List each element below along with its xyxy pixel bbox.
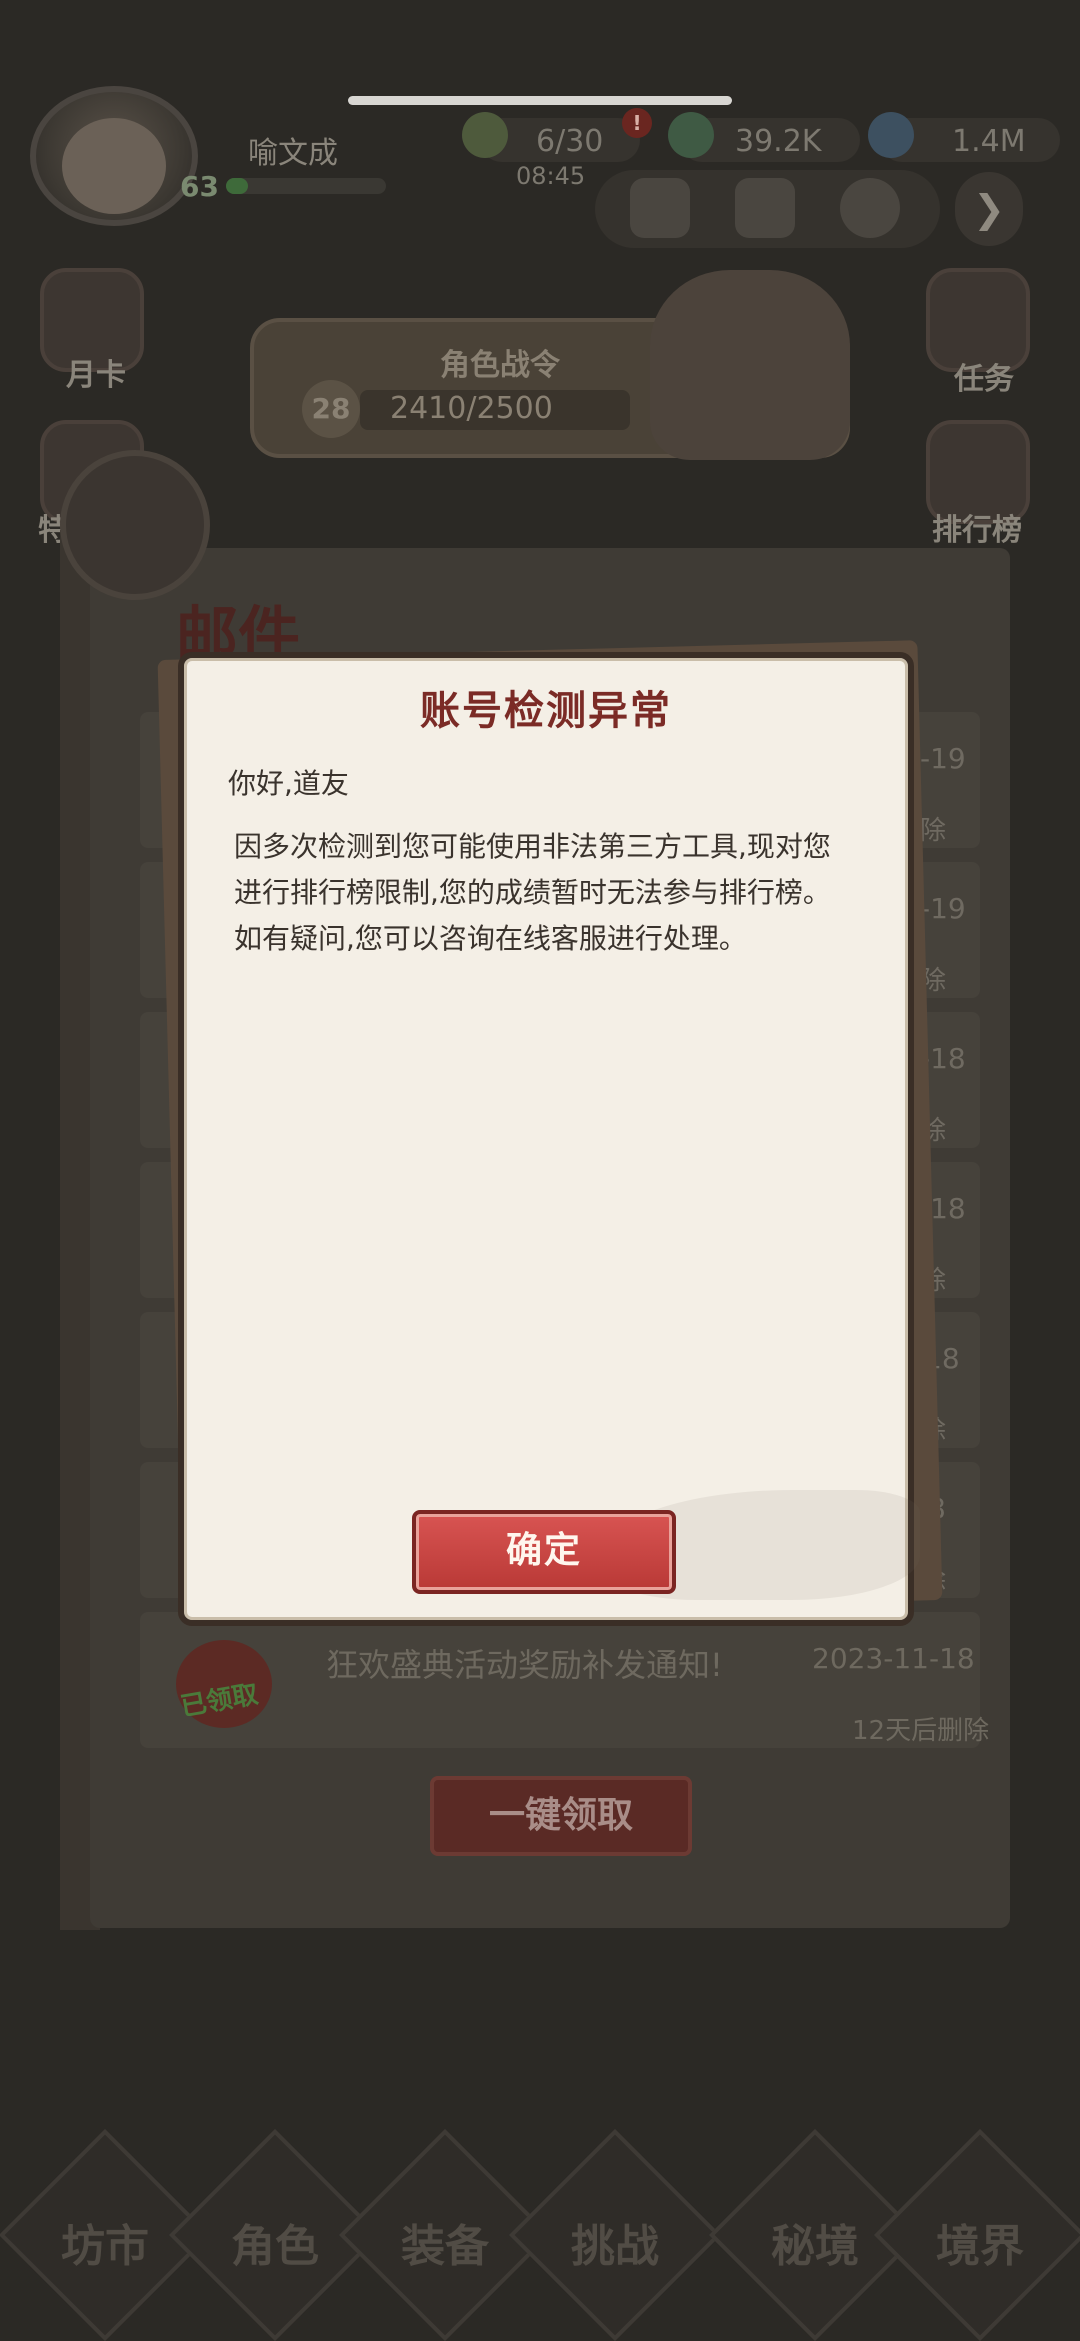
battle-pass-level: 28 [302,380,360,438]
home-indicator [348,96,732,105]
mail-delete-note: 12天后删除 [852,1716,990,1746]
monthly-card-label: 月卡 [66,358,126,393]
mail-date: -19 [920,742,966,775]
nav-challenge-label: 挑战 [571,2221,659,2272]
mail-date: -19 [920,892,966,925]
gem-icon [868,112,914,158]
chevron-right-icon[interactable]: ❯ [955,172,1023,246]
nav-equipment-label: 装备 [401,2221,489,2272]
gem-value: 1.4M [952,124,1026,159]
dialog-greeting: 你好,道友 [228,767,349,800]
claim-all-button[interactable]: 一键领取 [430,1776,692,1856]
scroll-icon[interactable] [630,178,690,238]
nav-character-label: 角色 [231,2221,319,2272]
nav-realm-label: 境界 [936,2221,1024,2272]
battle-pass-title: 角色战令 [440,348,560,383]
dialog-message: 因多次检测到您可能使用非法第三方工具,现对您进行排行榜限制,您的成绩暂时无法参与… [234,830,831,955]
player-level: 63 [180,170,219,203]
battle-pass-characters [650,270,850,460]
mail-subject: 狂欢盛典活动奖励补发通知! [326,1646,723,1684]
dialog-title: 账号检测异常 [420,688,672,734]
mail-delete-note: 除 [920,816,947,846]
nav-market-label: 坊市 [61,2221,149,2272]
horn-icon[interactable] [735,178,795,238]
stamina-timer: 08:45 [516,162,586,190]
battle-pass-progress: 2410/2500 [390,391,553,426]
notification-badge: ! [622,108,652,138]
jade-value: 39.2K [735,124,822,159]
avatar-portrait [62,118,166,214]
xp-bar-fill [226,178,248,194]
nav-secret-realm-label: 秘境 [771,2221,859,2272]
mail-date: 2023-11-18 [812,1642,975,1675]
player-name: 喻文成 [248,136,338,171]
lightning-icon [462,112,508,158]
tasks-label: 任务 [954,362,1014,397]
jade-icon [668,112,714,158]
mail-ornament-icon [60,450,210,600]
stamina-value: 6/30 [536,124,604,159]
xp-bar [226,178,386,194]
rankings-label: 排行榜 [932,513,1022,548]
settings-icon[interactable] [840,178,900,238]
confirm-button[interactable]: 确定 [412,1510,676,1594]
